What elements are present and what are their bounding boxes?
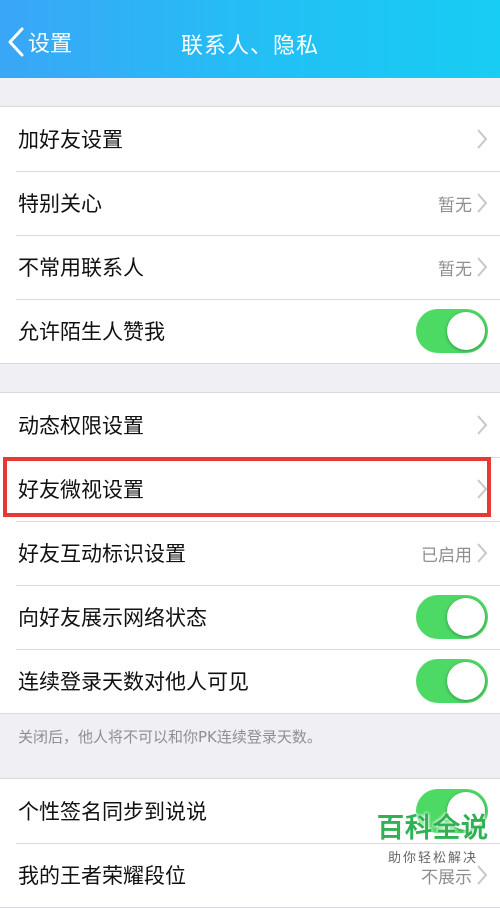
row-label: 允许陌生人赞我 <box>18 320 165 344</box>
row-label: 个性签名同步到说说 <box>18 800 207 824</box>
row-label: 不常用联系人 <box>18 256 144 280</box>
chevron-right-icon <box>477 257 488 277</box>
login-days-footnote: 关闭后，他人将不可以和你PK连续登录天数。 <box>18 728 322 746</box>
chevron-right-icon <box>477 865 488 885</box>
toggle-knob <box>447 598 485 636</box>
feed-permission-row[interactable]: 动态权限设置 <box>0 393 500 457</box>
row-label: 加好友设置 <box>18 128 123 152</box>
show-network-status-toggle[interactable] <box>416 595 488 639</box>
chevron-right-icon <box>477 193 488 213</box>
special-care-row[interactable]: 特别关心 暂无 <box>0 171 500 235</box>
chevron-right-icon <box>477 415 488 435</box>
login-days-visible-row: 连续登录天数对他人可见 <box>0 649 500 713</box>
row-label: 好友互动标识设置 <box>18 542 186 566</box>
show-network-status-row: 向好友展示网络状态 <box>0 585 500 649</box>
toggle-knob <box>447 662 485 700</box>
watermark: 百科全说 助你轻松解决 <box>374 806 492 866</box>
row-value: 不展示 <box>421 867 472 888</box>
row-label: 好友微视设置 <box>18 478 144 502</box>
row-value: 暂无 <box>438 195 472 216</box>
row-value: 暂无 <box>438 259 472 280</box>
watermark-title: 百科全说 <box>377 813 489 844</box>
allow-strangers-like-row: 允许陌生人赞我 <box>0 299 500 363</box>
login-days-visible-toggle[interactable] <box>416 659 488 703</box>
row-label: 我的王者荣耀段位 <box>18 864 186 888</box>
settings-group-contacts: 加好友设置 特别关心 暂无 不常用联系人 暂无 允许陌生人赞我 <box>0 106 500 364</box>
page-title: 联系人、隐私 <box>180 34 319 59</box>
navigation-bar: 设置 联系人、隐私 <box>0 0 500 78</box>
row-value: 已启用 <box>421 545 472 566</box>
watermark-subtitle: 助你轻松解决 <box>387 851 478 866</box>
add-friend-settings-row[interactable]: 加好友设置 <box>0 107 500 171</box>
row-label: 动态权限设置 <box>18 414 144 438</box>
row-label: 特别关心 <box>18 192 102 216</box>
chevron-right-icon <box>477 129 488 149</box>
row-label: 连续登录天数对他人可见 <box>18 670 249 694</box>
allow-strangers-like-toggle[interactable] <box>416 309 488 353</box>
friend-weishi-settings-row[interactable]: 好友微视设置 <box>0 457 500 521</box>
infrequent-contacts-row[interactable]: 不常用联系人 暂无 <box>0 235 500 299</box>
chevron-right-icon <box>477 543 488 563</box>
row-label: 向好友展示网络状态 <box>18 606 207 630</box>
chevron-right-icon <box>477 479 488 499</box>
toggle-knob <box>447 312 485 350</box>
interaction-badge-settings-row[interactable]: 好友互动标识设置 已启用 <box>0 521 500 585</box>
settings-group-privacy: 动态权限设置 好友微视设置 好友互动标识设置 已启用 向好友展示网络状态 连续登… <box>0 392 500 714</box>
